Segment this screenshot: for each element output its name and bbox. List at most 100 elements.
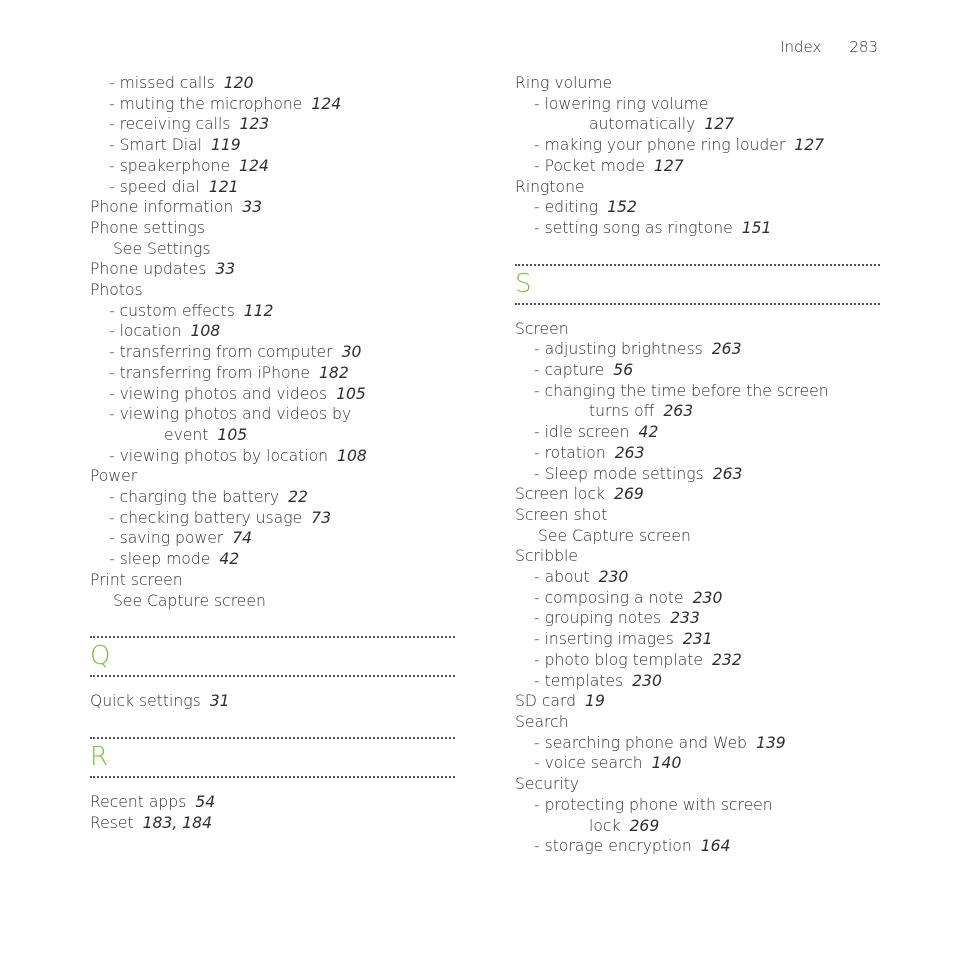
- entry-text: - charging the battery: [109, 488, 280, 507]
- entry-text: - sleep mode: [109, 550, 211, 569]
- entry-text: - editing: [534, 198, 599, 217]
- page-reference-link[interactable]: 263: [615, 444, 645, 462]
- page-reference-link[interactable]: 127: [704, 115, 734, 133]
- page-reference-link[interactable]: 19: [585, 692, 605, 710]
- see-reference: See Settings: [90, 239, 455, 260]
- page-reference-link[interactable]: 183, 184: [143, 814, 212, 832]
- page-reference-link[interactable]: 123: [239, 115, 269, 133]
- index-entry: Phone settings: [90, 218, 455, 239]
- entry-text: - Pocket mode: [534, 156, 645, 175]
- index-entry: Search: [515, 712, 880, 733]
- page-reference-link[interactable]: 33: [215, 260, 235, 278]
- section-divider: R: [90, 736, 455, 778]
- index-subentry: - capture 56: [515, 360, 880, 381]
- entry-text: Ringtone: [515, 177, 585, 196]
- page-reference-link[interactable]: 233: [670, 609, 700, 627]
- page-reference-link[interactable]: 33: [242, 198, 262, 216]
- section-divider: S: [515, 263, 880, 305]
- entry-text: - speed dial: [109, 177, 200, 196]
- index-subentry: - viewing photos by location 108: [90, 446, 455, 467]
- page-reference-link[interactable]: 127: [794, 136, 824, 154]
- page-reference-link[interactable]: 119: [211, 136, 241, 154]
- page-reference-link[interactable]: 127: [654, 157, 684, 175]
- entry-text: - lowering ring volume: [534, 94, 709, 113]
- entry-text: Phone settings: [90, 218, 205, 237]
- index-subentry: - saving power 74: [90, 528, 455, 549]
- page-reference-link[interactable]: 139: [756, 734, 786, 752]
- entry-text: - rotation: [534, 443, 606, 462]
- page-reference-link[interactable]: 74: [232, 529, 252, 547]
- index-entry-continuation: lock 269: [515, 816, 880, 837]
- entry-text: Photos: [90, 281, 143, 300]
- index-subentry: - custom effects 112: [90, 301, 455, 322]
- index-subentry: - setting song as ringtone 151: [515, 218, 880, 239]
- page-reference-link[interactable]: 164: [701, 837, 731, 855]
- index-subentry: - transferring from iPhone 182: [90, 363, 455, 384]
- page-reference-link[interactable]: 230: [693, 589, 723, 607]
- entry-text: - transferring from computer: [109, 343, 333, 362]
- page-reference-link[interactable]: 56: [613, 361, 633, 379]
- page-reference-link[interactable]: 54: [195, 793, 215, 811]
- page-reference-link[interactable]: 140: [652, 754, 682, 772]
- index-entry: Recent apps 54: [90, 792, 455, 813]
- page-reference-link[interactable]: 124: [311, 95, 341, 113]
- page-reference-link[interactable]: 151: [742, 219, 772, 237]
- page-reference-link[interactable]: 105: [217, 426, 247, 444]
- page-reference-link[interactable]: 42: [219, 550, 239, 568]
- entry-text: - protecting phone with screen: [534, 795, 773, 814]
- entry-text: SD card: [515, 692, 577, 711]
- page-reference-link[interactable]: 31: [210, 692, 230, 710]
- page-reference-link[interactable]: 230: [599, 568, 629, 586]
- index-entry-continuation: turns off 263: [515, 401, 880, 422]
- entry-text: - templates: [534, 671, 624, 690]
- page-reference-link[interactable]: 121: [209, 178, 239, 196]
- index-subentry: - making your phone ring louder 127: [515, 135, 880, 156]
- entry-text: Phone information: [90, 198, 234, 217]
- page-number: 283: [849, 38, 878, 56]
- page-reference-link[interactable]: 112: [244, 302, 274, 320]
- page-reference-link[interactable]: 108: [337, 447, 367, 465]
- index-entry: Ring volume: [515, 73, 880, 94]
- page-reference-link[interactable]: 230: [632, 672, 662, 690]
- page-reference-link[interactable]: 105: [336, 385, 366, 403]
- index-entry: Screen lock 269: [515, 484, 880, 505]
- section-divider: Q: [90, 636, 455, 678]
- entry-text: - composing a note: [534, 588, 684, 607]
- entry-text: - viewing photos by location: [109, 446, 329, 465]
- page-reference-link[interactable]: 124: [239, 157, 269, 175]
- entry-text: Screen: [515, 319, 569, 338]
- page-reference-link[interactable]: 231: [683, 630, 713, 648]
- index-subentry: - photo blog template 232: [515, 650, 880, 671]
- page-reference-link[interactable]: 108: [190, 322, 220, 340]
- index-subentry: - searching phone and Web 139: [515, 733, 880, 754]
- page-reference-link[interactable]: 269: [614, 485, 644, 503]
- entry-text: Screen lock: [515, 485, 606, 504]
- entry-text: turns off: [589, 402, 655, 421]
- entry-text: - adjusting brightness: [534, 340, 703, 359]
- index-entry: Phone updates 33: [90, 259, 455, 280]
- page-reference-link[interactable]: 30: [342, 343, 362, 361]
- index-entry-continuation: event 105: [90, 425, 455, 446]
- page-reference-link[interactable]: 263: [663, 402, 693, 420]
- page-reference-link[interactable]: 232: [712, 651, 742, 669]
- entry-text: - Smart Dial: [109, 136, 202, 155]
- page-reference-link[interactable]: 263: [712, 340, 742, 358]
- page-reference-link[interactable]: 152: [607, 198, 637, 216]
- index-subentry: - protecting phone with screen: [515, 795, 880, 816]
- index-subentry: - editing 152: [515, 197, 880, 218]
- page-reference-link[interactable]: 22: [288, 488, 308, 506]
- page-reference-link[interactable]: 42: [639, 423, 659, 441]
- index-entry: Quick settings 31: [90, 691, 455, 712]
- page-reference-link[interactable]: 120: [224, 74, 254, 92]
- index-subentry: - sleep mode 42: [90, 549, 455, 570]
- page-reference-link[interactable]: 73: [311, 509, 331, 527]
- entry-text: - making your phone ring louder: [534, 136, 786, 155]
- page-reference-link[interactable]: 269: [629, 817, 659, 835]
- entry-text: - storage encryption: [534, 837, 692, 856]
- page-reference-link[interactable]: 182: [319, 364, 349, 382]
- entry-text: - about: [534, 568, 590, 587]
- index-subentry: - lowering ring volume: [515, 94, 880, 115]
- page-reference-link[interactable]: 263: [713, 465, 743, 483]
- index-column-left: - missed calls 120 - muting the microphone…: [90, 73, 455, 833]
- index-entry: Ringtone: [515, 177, 880, 198]
